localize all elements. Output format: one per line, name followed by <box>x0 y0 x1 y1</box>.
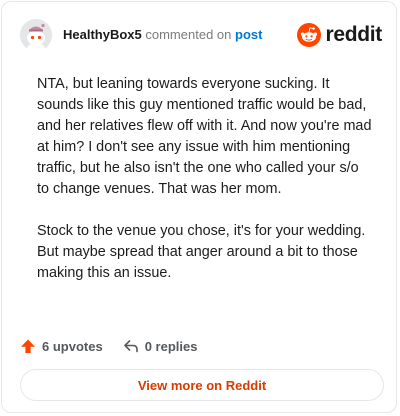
comment-embed-card: HealthyBox5 commented on post reddit NTA… <box>1 1 397 413</box>
view-more-button[interactable]: View more on Reddit <box>20 369 384 401</box>
replies-button[interactable]: 0 replies <box>123 338 198 354</box>
username[interactable]: HealthyBox5 <box>63 27 142 42</box>
reply-count: 0 replies <box>144 338 198 354</box>
post-link[interactable]: post <box>235 27 262 42</box>
comment-paragraph: NTA, but leaning towards everyone suckin… <box>37 76 372 197</box>
comment-header: HealthyBox5 commented on post reddit <box>20 17 382 53</box>
upvote-count: 6 upvotes <box>42 338 103 354</box>
upvote-arrow-icon <box>21 339 35 353</box>
action-text: commented on <box>145 27 232 42</box>
reply-arrow-icon <box>123 340 138 353</box>
comment-meta: HealthyBox5 commented on post <box>63 27 262 43</box>
snoo-avatar-icon <box>20 19 52 51</box>
reddit-logo[interactable]: reddit <box>297 21 382 49</box>
comment-paragraph: Stock to the venue you chose, it's for y… <box>37 223 366 281</box>
reddit-wordmark: reddit <box>325 23 382 46</box>
reddit-snoo-icon <box>297 23 322 47</box>
comment-actions: 6 upvotes 0 replies <box>20 334 197 358</box>
upvote-button[interactable]: 6 upvotes <box>20 338 103 354</box>
comment-body: NTA, but leaning towards everyone suckin… <box>37 74 372 305</box>
user-avatar[interactable] <box>20 19 52 51</box>
